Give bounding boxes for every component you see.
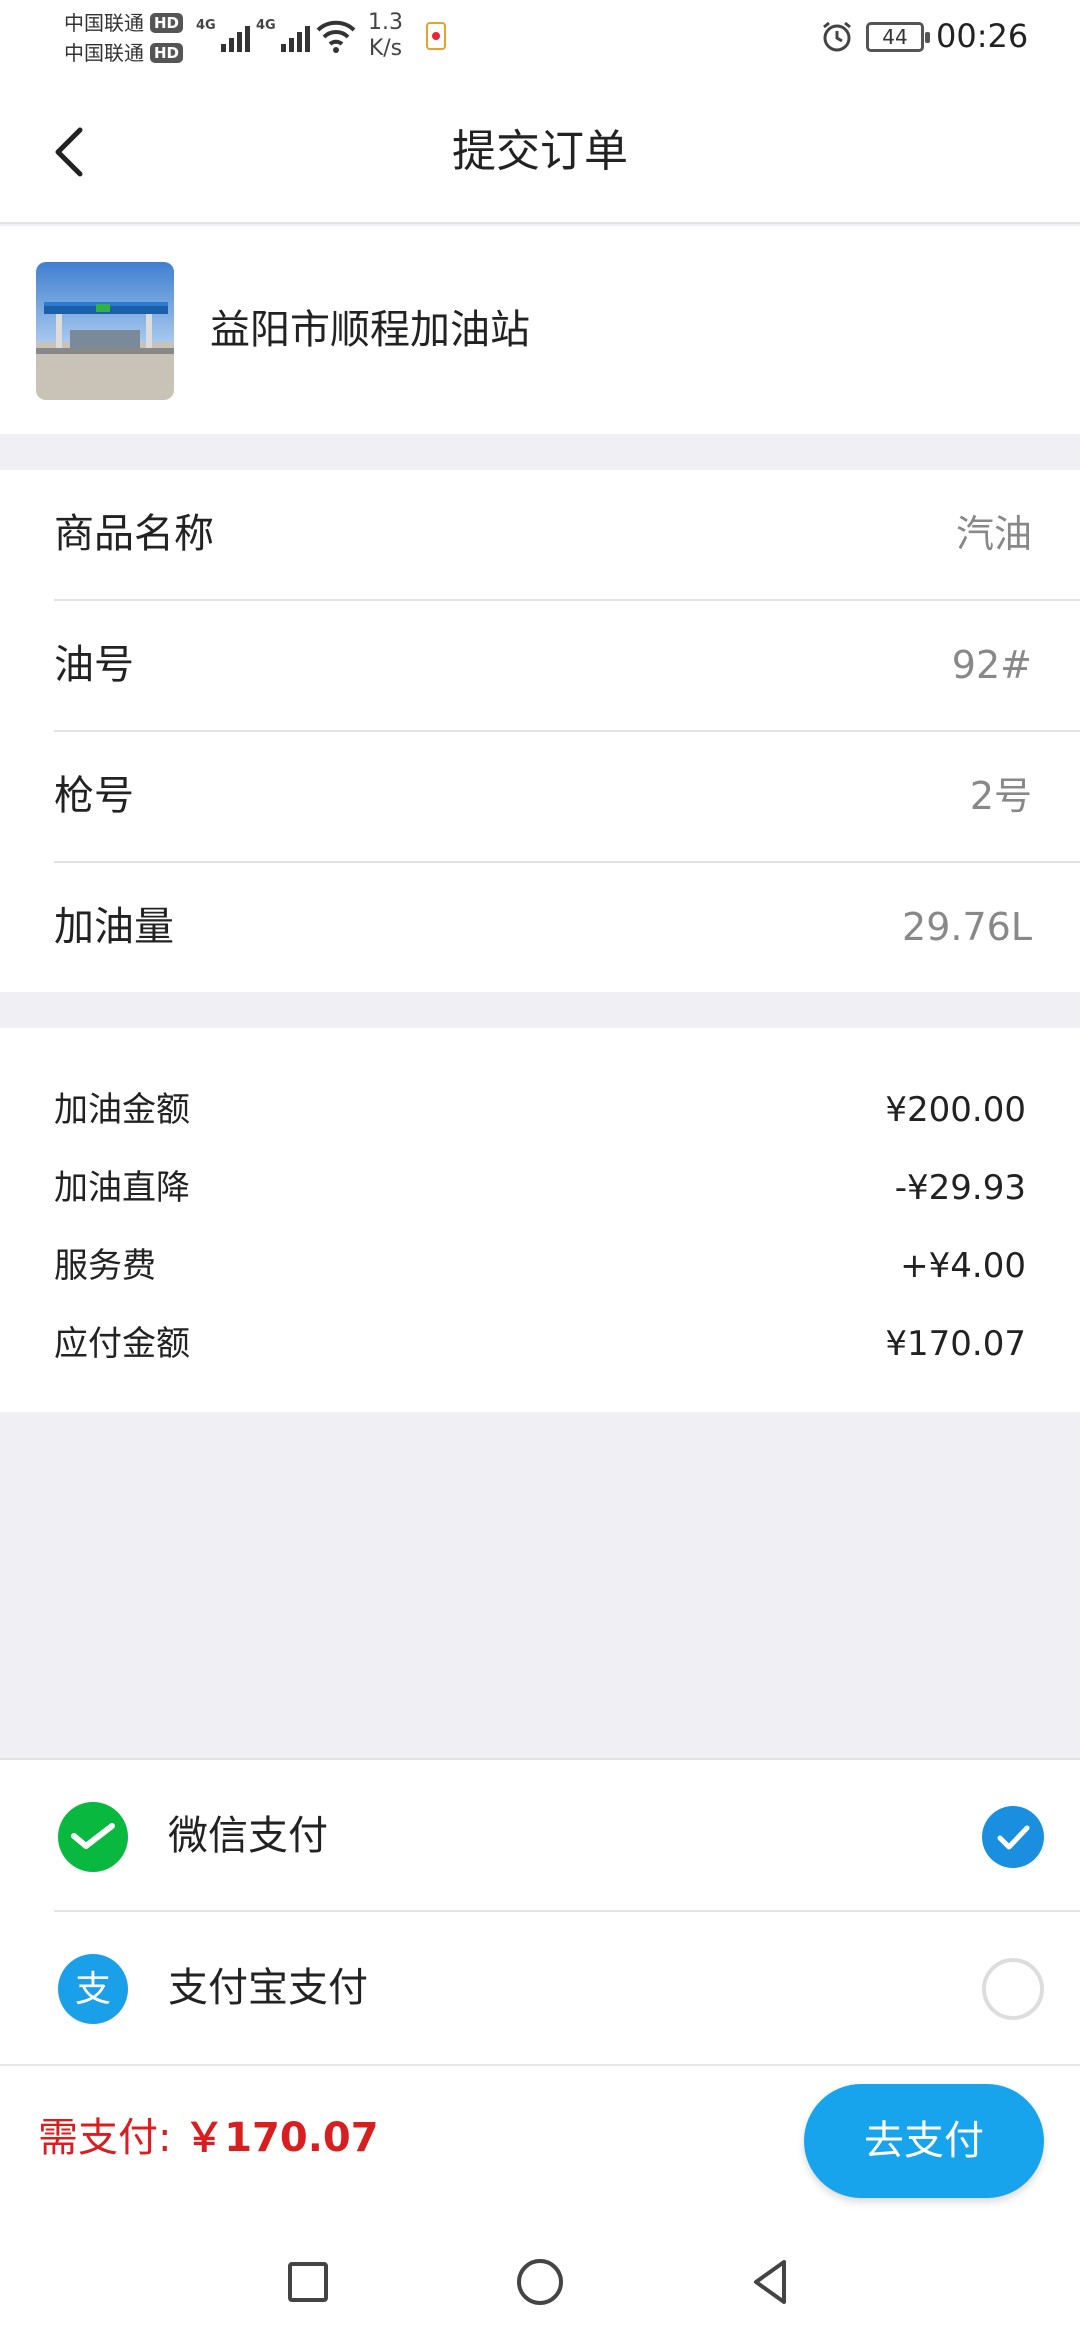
row-value: ¥200.00 [885, 1090, 1026, 1130]
station-photo [36, 262, 174, 400]
alarm-icon [820, 20, 854, 58]
payment-methods: 微信支付 支 支付宝支付 [0, 1758, 1080, 2064]
wifi-icon [314, 16, 358, 60]
network-label-1: 4G [196, 18, 216, 33]
notification-app-icon [426, 22, 446, 50]
row-value: 汽油 [955, 512, 1032, 556]
system-nav-bar [0, 2224, 1080, 2340]
pay-button[interactable]: 去支付 [804, 2084, 1044, 2198]
discount-row: 加油直降 -¥29.93 [54, 1160, 1026, 1216]
row-label: 商品名称 [54, 511, 214, 557]
alipay-icon: 支 [58, 1954, 128, 2024]
row-label: 服务费 [54, 1246, 156, 1286]
page-title: 提交订单 [452, 126, 628, 177]
row-label: 加油直降 [54, 1168, 190, 1208]
fuel-volume-row: 加油量 29.76L [54, 863, 1080, 994]
app-header: 提交订单 [0, 80, 1080, 224]
hd-badge-1: HD [150, 13, 184, 33]
fuel-grade-row: 油号 92# [54, 601, 1080, 732]
checkout-bar: 需支付: ￥170.07 去支付 [0, 2064, 1080, 2224]
row-value: -¥29.93 [894, 1168, 1026, 1208]
station-name: 益阳市顺程加油站 [210, 307, 530, 353]
payment-label: 微信支付 [168, 1813, 328, 1859]
amount-summary-card: 加油金额 ¥200.00 加油直降 -¥29.93 服务费 +¥4.00 应付金… [0, 1028, 1080, 1412]
fuel-amount-row: 加油金额 ¥200.00 [54, 1082, 1026, 1138]
total-value: ￥170.07 [184, 2115, 379, 2161]
service-fee-row: 服务费 +¥4.00 [54, 1238, 1026, 1294]
clock: 00:26 [936, 17, 1029, 55]
product-name-row: 商品名称 汽油 [54, 470, 1080, 601]
circle-icon[interactable] [508, 2250, 572, 2314]
payment-label: 支付宝支付 [168, 1965, 368, 2011]
network-speed: 1.3 K/s [368, 10, 403, 62]
nozzle-row: 枪号 2号 [54, 732, 1080, 863]
row-label: 加油金额 [54, 1090, 190, 1130]
signal-icon-1: 4G [196, 18, 250, 52]
battery-indicator: 44 [866, 22, 930, 52]
carrier-info: 中国联通 HD 中国联通 HD [64, 8, 184, 68]
row-value: 92# [951, 643, 1032, 687]
payable-amount-row: 应付金额 ¥170.07 [54, 1316, 1026, 1372]
triangle-back-icon[interactable] [740, 2250, 804, 2314]
row-label: 应付金额 [54, 1324, 190, 1364]
wechat-pay-icon [58, 1802, 128, 1872]
status-bar: 中国联通 HD 中国联通 HD 4G 4G 1.3 K/s 44 00:26 [0, 0, 1080, 80]
carrier-2: 中国联通 [64, 41, 144, 65]
carrier-1: 中国联通 [64, 11, 144, 35]
row-label: 加油量 [54, 904, 174, 950]
row-value: 29.76L [902, 905, 1032, 949]
speed-value: 1.3 [368, 10, 403, 35]
station-card: 益阳市顺程加油站 [0, 226, 1080, 434]
row-value: +¥4.00 [900, 1246, 1026, 1286]
payment-option-alipay[interactable]: 支 支付宝支付 [0, 1912, 1080, 2064]
radio-unchecked-icon[interactable] [982, 1958, 1044, 2020]
row-value: 2号 [969, 774, 1032, 818]
payment-option-wechat[interactable]: 微信支付 [0, 1760, 1080, 1912]
speed-unit: K/s [368, 36, 403, 61]
row-value: ¥170.07 [885, 1324, 1026, 1364]
hd-badge-2: HD [150, 43, 184, 63]
radio-checked-icon[interactable] [982, 1806, 1044, 1868]
signal-icon-2: 4G [256, 18, 310, 52]
total-label: 需支付: [38, 2115, 172, 2161]
network-label-2: 4G [256, 18, 276, 33]
square-icon[interactable] [276, 2250, 340, 2314]
row-label: 油号 [54, 642, 134, 688]
svg-text:支: 支 [75, 1969, 111, 2010]
page: 中国联通 HD 中国联通 HD 4G 4G 1.3 K/s 44 00:26 提… [0, 0, 1080, 2340]
row-label: 枪号 [54, 773, 134, 819]
product-info-card: 商品名称 汽油 油号 92# 枪号 2号 加油量 29.76L [0, 470, 1080, 992]
total-due: 需支付: ￥170.07 [38, 2110, 379, 2166]
